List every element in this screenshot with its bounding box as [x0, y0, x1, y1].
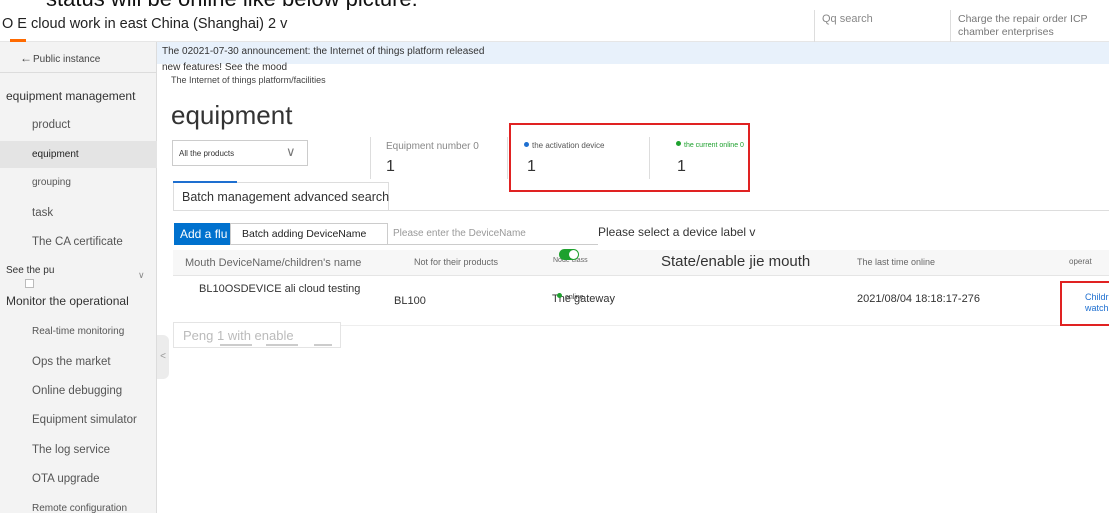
column-header-last-online: The last time online [857, 257, 936, 267]
tab-batch-advanced-search[interactable]: Batch management advanced search [173, 181, 390, 210]
batch-action-bar: Peng 1 with enable [173, 322, 341, 348]
divider [266, 344, 298, 346]
batch-action-label[interactable]: Peng 1 with enable [183, 328, 294, 343]
tab-label: Batch management advanced search [182, 190, 390, 204]
announcement-bar: The 02021-07-30 announcement: the Intern… [157, 42, 1109, 64]
stat-label-equipment-number: Equipment number 0 [386, 141, 479, 152]
chevron-down-icon: ∨ [138, 270, 145, 280]
annotation-highlight [509, 123, 750, 192]
divider [950, 10, 951, 42]
region-selector[interactable]: O E cloud work in east China (Shanghai) … [2, 16, 287, 32]
divider [814, 10, 815, 42]
search-label[interactable]: Qq search [822, 13, 873, 25]
column-header-state: State/enable jie mouth [661, 253, 811, 270]
column-header-product: Not for their products [414, 257, 499, 267]
device-search-input[interactable] [388, 223, 588, 244]
last-online-cell: 2021/08/04 18:18:17-276 [857, 293, 980, 305]
header-notice[interactable]: Charge the repair order ICP chamber ente… [958, 13, 1108, 39]
announcement-text-cont[interactable]: new features! See the mood [162, 62, 287, 73]
batch-add-button[interactable]: Batch adding DeviceName [230, 223, 388, 245]
device-search-field[interactable] [388, 223, 598, 245]
active-tab-indicator [173, 181, 237, 183]
tab-divider [173, 210, 1109, 211]
divider [220, 344, 252, 346]
divider [370, 137, 371, 179]
sidebar: ←Public instance equipment management pr… [0, 42, 157, 513]
breadcrumb[interactable]: The Internet of things platform/faciliti… [171, 75, 326, 85]
main-content: The 02021-07-30 announcement: the Intern… [157, 42, 1109, 513]
back-to-public-instance[interactable]: ←Public instance [20, 51, 177, 65]
column-header-operation: operat [1069, 257, 1092, 266]
divider [314, 344, 332, 346]
add-device-button[interactable]: Add a flu [174, 223, 230, 245]
product-select[interactable]: All the products ∨ [172, 140, 308, 166]
row-select-checkbox[interactable] [25, 279, 34, 288]
sidebar-group-monitor[interactable]: Monitor the operational [6, 294, 163, 308]
column-header-device-name: Mouth DeviceName/children's name [185, 257, 362, 269]
divider [507, 137, 508, 179]
device-label-select[interactable]: Please select a device label v [598, 225, 755, 239]
online-dot-icon [557, 293, 562, 298]
stat-value-equipment-number: 1 [386, 158, 395, 175]
toggle-knob [569, 250, 578, 259]
enable-toggle[interactable] [559, 249, 579, 260]
caption-text-strip: status will be online like below picture… [0, 0, 1109, 10]
chevron-down-icon: ∨ [286, 144, 296, 159]
sidebar-group-equipment-management[interactable]: equipment management [6, 89, 163, 103]
product-select-value: All the products [179, 149, 235, 158]
announcement-text[interactable]: The 02021-07-30 announcement: the Intern… [162, 46, 484, 57]
watch-link[interactable]: watch [1085, 303, 1109, 313]
status-cell: online [557, 293, 584, 301]
divider [0, 72, 157, 73]
device-name-cell[interactable]: BL10OSDEVICE ali cloud testing [199, 283, 360, 295]
back-arrow-icon: ← [20, 51, 32, 65]
caption-text: status will be online like below picture… [46, 0, 418, 10]
top-bar: O E cloud work in east China (Shanghai) … [0, 10, 1109, 42]
page-title: equipment [171, 100, 293, 130]
children-link[interactable]: Childr [1085, 292, 1109, 302]
product-cell[interactable]: BL100 [394, 295, 426, 307]
